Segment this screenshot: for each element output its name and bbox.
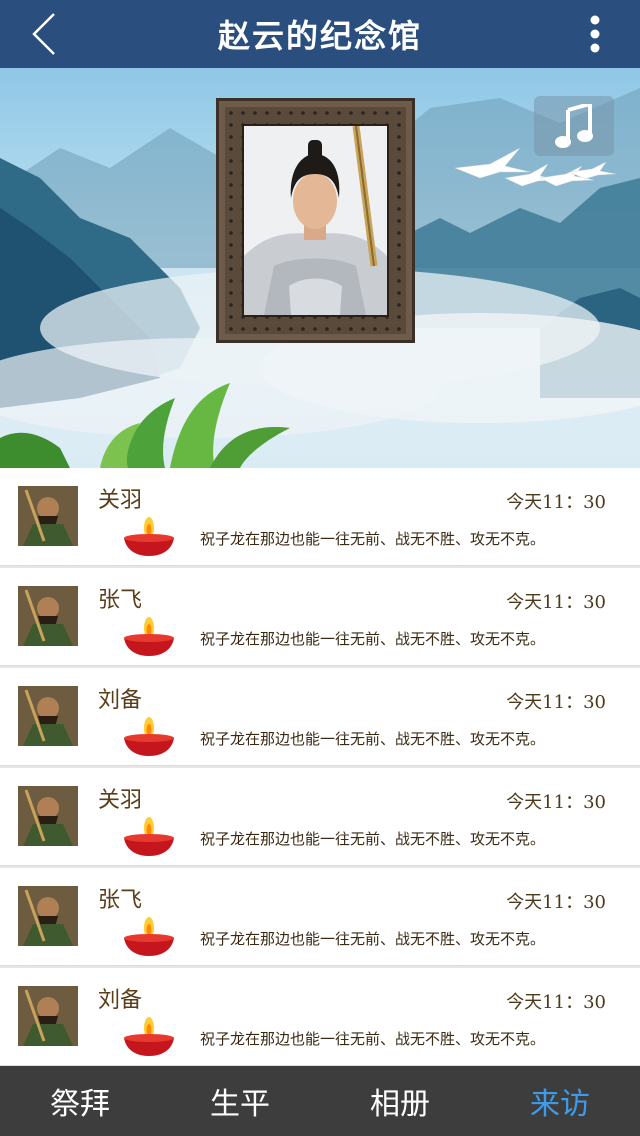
- candle-lamp-icon: [124, 617, 174, 656]
- candle-lamp-icon: [124, 1017, 174, 1056]
- bottom-tab-bar: 祭拜 生平 相册 来访: [0, 1066, 640, 1136]
- visitor-name: 刘备: [98, 988, 143, 1013]
- memorial-banner: [0, 68, 640, 468]
- visitor-name: 刘备: [98, 688, 143, 713]
- tab-worship[interactable]: 祭拜: [0, 1066, 160, 1136]
- tab-album[interactable]: 相册: [320, 1066, 480, 1136]
- visit-time: 今天11：30: [506, 692, 606, 713]
- tab-biography[interactable]: 生平: [160, 1066, 320, 1136]
- candle-lamp-icon: [124, 917, 174, 956]
- visit-message: 祝子龙在那边也能一往无前、战无不胜、攻无不克。: [200, 630, 546, 648]
- list-item[interactable]: 刘备 今天11：30 祝子龙在那边也能一往无前、战无不胜、攻无不克。: [0, 668, 640, 766]
- candle-lamp-icon: [124, 517, 174, 556]
- more-vertical-icon: [590, 15, 600, 53]
- portrait-frame: [216, 98, 415, 343]
- visit-message: 祝子龙在那边也能一往无前、战无不胜、攻无不克。: [200, 830, 546, 848]
- candle-lamp-icon: [124, 817, 174, 856]
- avatar: [18, 486, 78, 546]
- visit-message: 祝子龙在那边也能一往无前、战无不胜、攻无不克。: [200, 530, 546, 548]
- visit-time: 今天11：30: [506, 992, 606, 1013]
- memorial-portrait[interactable]: [242, 124, 389, 317]
- visit-time: 今天11：30: [506, 792, 606, 813]
- portrait-image: [244, 126, 387, 315]
- visitor-name: 张飞: [98, 588, 143, 613]
- candle-lamp-icon: [124, 717, 174, 756]
- visit-message: 祝子龙在那边也能一往无前、战无不胜、攻无不克。: [200, 730, 546, 748]
- more-button[interactable]: [588, 14, 602, 54]
- tab-visits[interactable]: 来访: [480, 1066, 640, 1136]
- music-button[interactable]: [534, 96, 614, 156]
- back-button[interactable]: [26, 12, 62, 56]
- chevron-left-icon: [32, 13, 55, 55]
- visit-time: 今天11：30: [506, 492, 606, 513]
- visitor-name: 关羽: [98, 788, 143, 813]
- page-title: 赵云的纪念馆: [217, 17, 422, 55]
- visitor-name: 张飞: [98, 888, 143, 913]
- list-item[interactable]: 关羽 今天11：30 祝子龙在那边也能一往无前、战无不胜、攻无不克。: [0, 768, 640, 866]
- visit-time: 今天11：30: [506, 592, 606, 613]
- list-item[interactable]: 关羽 今天11：30 祝子龙在那边也能一往无前、战无不胜、攻无不克。: [0, 468, 640, 566]
- avatar: [18, 686, 78, 746]
- visitor-name: 关羽: [98, 488, 143, 513]
- header-bar: 赵云的纪念馆: [0, 0, 640, 68]
- visit-message: 祝子龙在那边也能一往无前、战无不胜、攻无不克。: [200, 1030, 546, 1048]
- avatar: [18, 986, 78, 1046]
- visit-list: 关羽 今天11：30 祝子龙在那边也能一往无前、战无不胜、攻无不克。 张飞 今天…: [0, 468, 640, 1066]
- list-item[interactable]: 张飞 今天11：30 祝子龙在那边也能一往无前、战无不胜、攻无不克。: [0, 568, 640, 666]
- avatar: [18, 786, 78, 846]
- list-item[interactable]: 张飞 今天11：30 祝子龙在那边也能一往无前、战无不胜、攻无不克。: [0, 868, 640, 966]
- list-item[interactable]: 刘备 今天11：30 祝子龙在那边也能一往无前、战无不胜、攻无不克。: [0, 968, 640, 1066]
- avatar: [18, 886, 78, 946]
- avatar: [18, 586, 78, 646]
- music-note-icon: [555, 104, 593, 148]
- visit-time: 今天11：30: [506, 892, 606, 913]
- visit-message: 祝子龙在那边也能一往无前、战无不胜、攻无不克。: [200, 930, 546, 948]
